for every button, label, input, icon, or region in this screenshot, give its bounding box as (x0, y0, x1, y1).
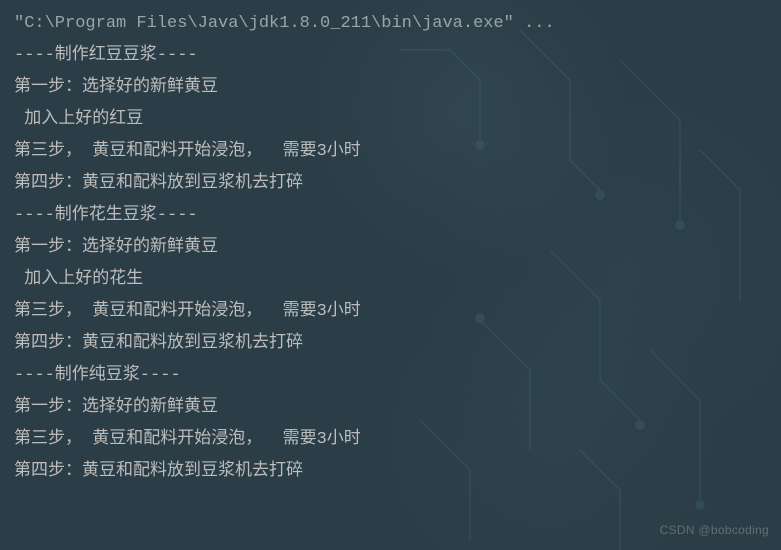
output-line: 第三步， 黄豆和配料开始浸泡， 需要3小时 (14, 296, 767, 328)
output-line: 加入上好的红豆 (14, 104, 767, 136)
output-line: 第三步， 黄豆和配料开始浸泡， 需要3小时 (14, 424, 767, 456)
output-line: 第四步：黄豆和配料放到豆浆机去打碎 (14, 168, 767, 200)
watermark-text: CSDN @bobcoding (660, 514, 769, 546)
output-line: 第一步：选择好的新鲜黄豆 (14, 72, 767, 104)
output-line: 第一步：选择好的新鲜黄豆 (14, 232, 767, 264)
output-line: 第四步：黄豆和配料放到豆浆机去打碎 (14, 328, 767, 360)
output-line: ----制作花生豆浆---- (14, 200, 767, 232)
command-line: "C:\Program Files\Java\jdk1.8.0_211\bin\… (14, 8, 767, 40)
output-line: ----制作红豆豆浆---- (14, 40, 767, 72)
output-line: 第四步：黄豆和配料放到豆浆机去打碎 (14, 456, 767, 488)
output-line: 第一步：选择好的新鲜黄豆 (14, 392, 767, 424)
output-line: ----制作纯豆浆---- (14, 360, 767, 392)
output-line: 加入上好的花生 (14, 264, 767, 296)
console-output: "C:\Program Files\Java\jdk1.8.0_211\bin\… (14, 8, 767, 488)
output-line: 第三步， 黄豆和配料开始浸泡， 需要3小时 (14, 136, 767, 168)
